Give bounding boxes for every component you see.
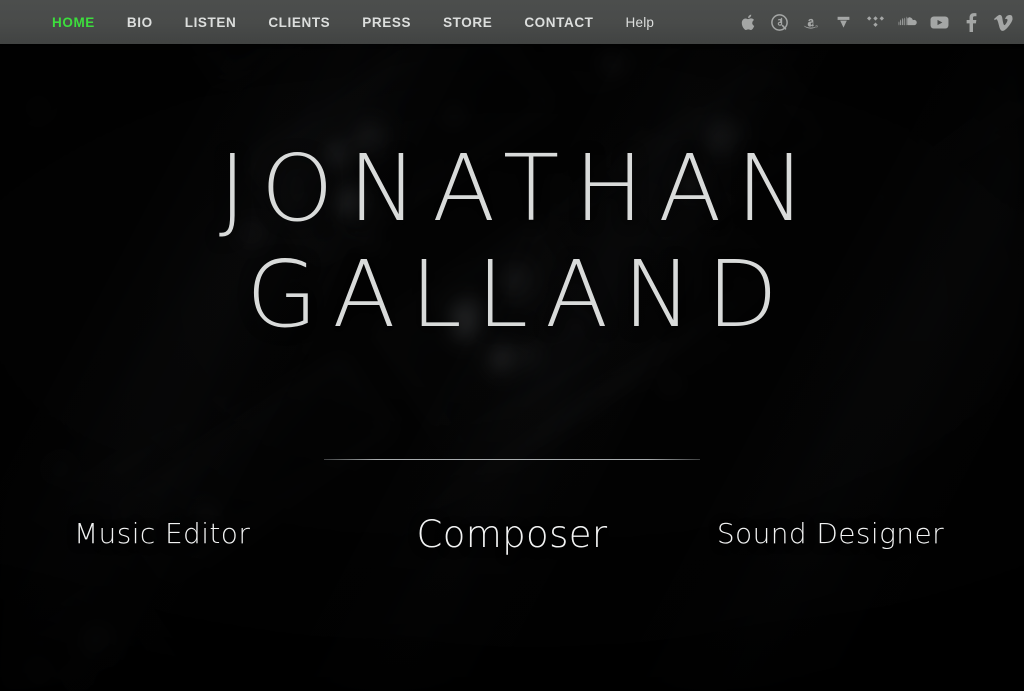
nav-item-help[interactable]: Help <box>626 15 655 30</box>
bandcamp-icon[interactable] <box>834 12 853 32</box>
apple-icon[interactable] <box>738 12 757 32</box>
primary-nav: HOME BIO LISTEN CLIENTS PRESS STORE CONTACT Hel… <box>52 15 686 30</box>
tidal-icon[interactable] <box>866 12 885 32</box>
social-icon-bar: IMDb··· <box>738 12 1024 32</box>
facebook-icon[interactable] <box>962 12 981 32</box>
youtube-icon[interactable] <box>930 12 949 32</box>
page-root: HOME BIO LISTEN CLIENTS PRESS STORE CONTACT Hel… <box>0 0 1024 691</box>
nav-item-press[interactable]: PRESS <box>362 15 411 30</box>
tagline-row: Music Editor Composer Sound Designer <box>0 492 1024 556</box>
itunes-icon[interactable] <box>770 12 789 32</box>
hero-divider <box>324 459 700 461</box>
nav-item-listen[interactable]: LISTEN <box>185 15 237 30</box>
top-navigation-bar: HOME BIO LISTEN CLIENTS PRESS STORE CONTACT Hel… <box>0 0 1024 44</box>
page-title: JONATHAN GALLAND <box>0 142 1024 342</box>
nav-item-home[interactable]: HOME <box>52 15 95 30</box>
soundcloud-icon[interactable] <box>898 12 917 32</box>
title-line-one: JONATHAN <box>218 135 821 242</box>
title-line-two: GALLAND <box>246 240 793 348</box>
tagline-composer: Composer <box>416 513 608 557</box>
nav-item-contact[interactable]: CONTACT <box>524 15 593 30</box>
tagline-music-editor: Music Editor <box>74 517 251 551</box>
vimeo-icon[interactable] <box>994 12 1013 32</box>
hero-section: JONATHAN GALLAND Music Editor Composer S… <box>0 44 1024 691</box>
nav-item-store[interactable]: STORE <box>443 15 492 30</box>
tagline-sound-designer: Sound Designer <box>716 517 944 551</box>
nav-item-clients[interactable]: CLIENTS <box>268 15 330 30</box>
amazon-icon[interactable] <box>802 12 821 32</box>
nav-item-bio[interactable]: BIO <box>127 15 153 30</box>
